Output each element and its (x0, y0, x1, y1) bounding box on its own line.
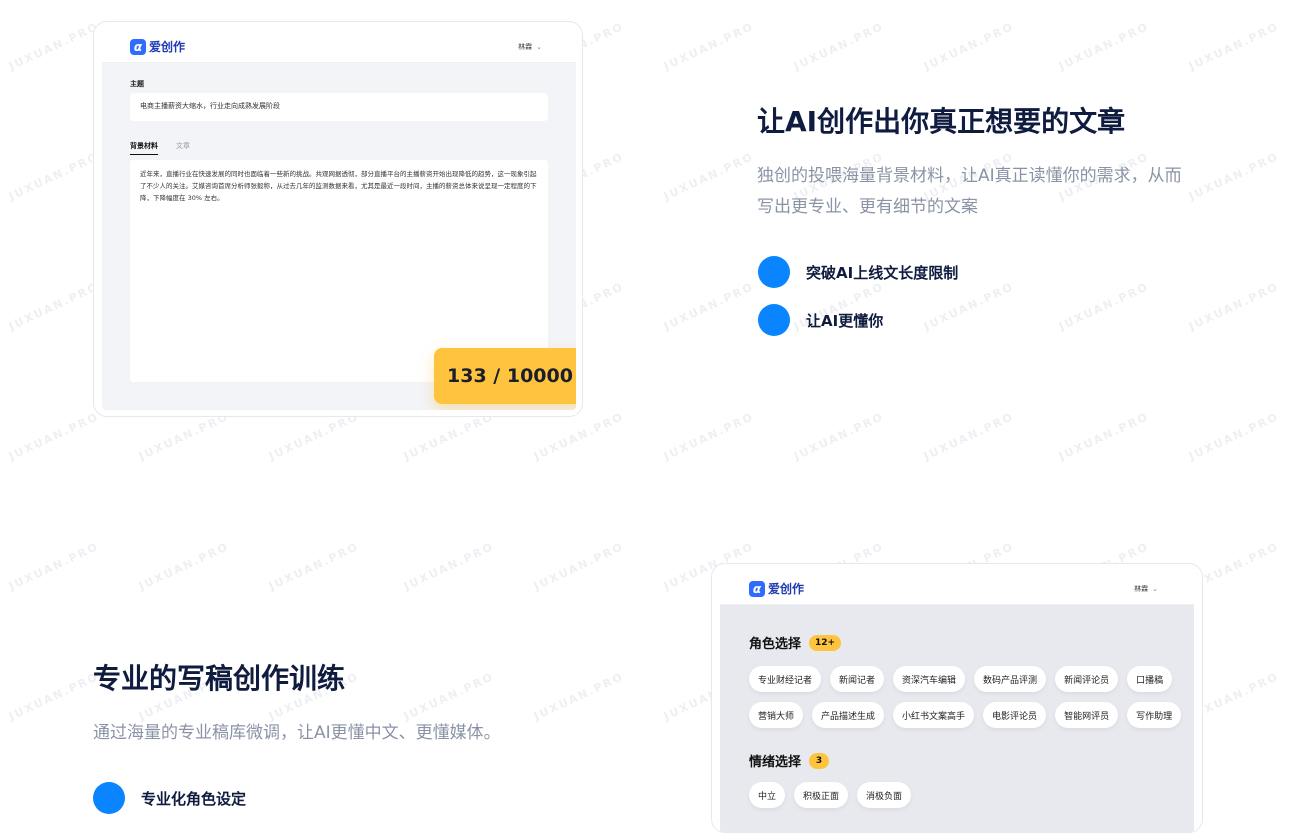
emotion-chip[interactable]: 积极正面 (794, 782, 849, 808)
watermark-text: JUXUAN.PRO (1186, 409, 1282, 464)
watermark-text: JUXUAN.PRO (401, 539, 497, 594)
role-chip[interactable]: 口播稿 (1127, 666, 1173, 692)
watermark-text: JUXUAN.PRO (6, 19, 102, 74)
feature-label: 让AI更懂你 (806, 311, 884, 330)
user-name: 林霖 (1134, 585, 1149, 593)
tab-article[interactable]: 文章 (176, 141, 190, 155)
editor-preview-card: α 爱创作 林霖 ⌄ 主题 电商主播薪资大缩水，行业走向成熟发展阶段 背景材料 … (93, 21, 583, 417)
role-chip[interactable]: 专业财经记者 (749, 666, 822, 692)
watermark-text: JUXUAN.PRO (1186, 279, 1282, 334)
feature-label: 突破AI上线文长度限制 (806, 263, 959, 282)
watermark-text: JUXUAN.PRO (531, 669, 627, 724)
watermark-text: JUXUAN.PRO (401, 669, 497, 724)
watermark-text: JUXUAN.PRO (921, 409, 1017, 464)
watermark-text: JUXUAN.PRO (661, 279, 757, 334)
watermark-text: JUXUAN.PRO (1186, 149, 1282, 204)
role-chip[interactable]: 资深汽车编辑 (893, 666, 966, 692)
watermark-text: JUXUAN.PRO (661, 409, 757, 464)
chevron-down-icon: ⌄ (536, 43, 542, 51)
role-chip[interactable]: 电影评论员 (983, 702, 1047, 728)
emotion-chip-list: 中立 积极正面 消极负面 (749, 782, 1189, 808)
topic-label: 主题 (130, 80, 144, 88)
watermark-text: JUXUAN.PRO (791, 409, 887, 464)
watermark-text: JUXUAN.PRO (1056, 19, 1152, 74)
feature-label: 专业化角色设定 (141, 789, 247, 808)
role-chip[interactable]: 数码产品评测 (974, 666, 1047, 692)
bullet-dot-icon (93, 782, 125, 814)
watermark-text: JUXUAN.PRO (531, 409, 627, 464)
alpha-logo-icon: α (749, 580, 765, 597)
watermark-text: JUXUAN.PRO (6, 669, 102, 724)
section1-title: 让AI创作出你真正想要的文章 (757, 105, 1126, 138)
editor-preview-screen: α 爱创作 林霖 ⌄ 主题 电商主播薪资大缩水，行业走向成熟发展阶段 背景材料 … (102, 30, 576, 410)
brand-logo[interactable]: α 爱创作 (130, 38, 185, 55)
watermark-text: JUXUAN.PRO (266, 409, 362, 464)
watermark-text: JUXUAN.PRO (791, 19, 887, 74)
role-chip[interactable]: 产品描述生成 (812, 702, 885, 728)
watermark-text: JUXUAN.PRO (6, 539, 102, 594)
emotion-title-text: 情绪选择 (749, 755, 802, 770)
user-menu[interactable]: 林霖 ⌄ (518, 42, 542, 52)
role-title-text: 角色选择 (749, 637, 802, 652)
watermark-text: JUXUAN.PRO (531, 539, 627, 594)
topic-input[interactable]: 电商主播薪资大缩水，行业走向成熟发展阶段 (130, 93, 548, 121)
brand-name: 爱创作 (768, 582, 805, 596)
role-chip[interactable]: 营销大师 (749, 702, 804, 728)
brand-name: 爱创作 (149, 40, 186, 54)
watermark-text: JUXUAN.PRO (661, 149, 757, 204)
char-counter: 133 / 10000 (434, 348, 576, 404)
watermark-text: JUXUAN.PRO (136, 409, 232, 464)
alpha-logo-icon: α (130, 38, 146, 55)
role-count-badge: 12+ (809, 634, 842, 651)
watermark-text: JUXUAN.PRO (1056, 409, 1152, 464)
watermark-text: JUXUAN.PRO (6, 149, 102, 204)
watermark-text: JUXUAN.PRO (921, 19, 1017, 74)
content-tabs: 背景材料 文章 (130, 141, 190, 155)
watermark-text: JUXUAN.PRO (6, 279, 102, 334)
app-header: α 爱创作 林霖 ⌄ (102, 30, 576, 63)
role-chip[interactable]: 新闻评论员 (1055, 666, 1119, 692)
section1-description: 独创的投喂海量背景材料，让AI真正读懂你的需求，从而写出更专业、更有细节的文案 (757, 166, 1182, 217)
watermark-text: JUXUAN.PRO (1056, 279, 1152, 334)
brand-logo[interactable]: α 爱创作 (749, 580, 804, 597)
role-preview-card: α 爱创作 林霖 ⌄ 角色选择 12+ 专业财经记者 新闻记者 资深汽车编辑 数码产品… (711, 563, 1203, 833)
emotion-section-title: 情绪选择 3 (749, 751, 830, 770)
emotion-count-badge: 3 (809, 752, 830, 769)
watermark-text: JUXUAN.PRO (1186, 19, 1282, 74)
bullet-dot-icon (758, 304, 790, 336)
watermark-text: JUXUAN.PRO (401, 409, 497, 464)
chevron-down-icon: ⌄ (1152, 585, 1158, 593)
role-section-title: 角色选择 12+ (749, 633, 842, 652)
watermark-text: JUXUAN.PRO (6, 409, 102, 464)
feature-item: 让AI更懂你 (758, 304, 883, 336)
role-chip[interactable]: 新闻记者 (830, 666, 885, 692)
feature-item: 突破AI上线文长度限制 (758, 256, 958, 288)
role-chip[interactable]: 写作助理 (1127, 702, 1182, 728)
section2-title: 专业的写稿创作训练 (93, 662, 346, 695)
tab-background[interactable]: 背景材料 (130, 141, 158, 155)
role-preview-screen: α 爱创作 林霖 ⌄ 角色选择 12+ 专业财经记者 新闻记者 资深汽车编辑 数码产品… (720, 572, 1194, 832)
watermark-text: JUXUAN.PRO (136, 539, 232, 594)
watermark-text: JUXUAN.PRO (661, 19, 757, 74)
section2-description: 通过海量的专业稿库微调，让AI更懂中文、更懂媒体。 (93, 723, 501, 743)
role-chip[interactable]: 智能网评员 (1055, 702, 1119, 728)
emotion-chip[interactable]: 消极负面 (857, 782, 912, 808)
role-chip-list: 专业财经记者 新闻记者 资深汽车编辑 数码产品评测 新闻评论员 口播稿营销大师 产品描述生成… (749, 666, 1189, 728)
feature-item: 专业化角色设定 (93, 782, 246, 814)
user-menu[interactable]: 林霖 ⌄ (1134, 584, 1158, 594)
user-name: 林霖 (518, 43, 533, 51)
role-chip[interactable]: 小红书文案高手 (893, 702, 975, 728)
emotion-chip[interactable]: 中立 (749, 782, 786, 808)
bullet-dot-icon (758, 256, 790, 288)
watermark-text: JUXUAN.PRO (266, 539, 362, 594)
app-header: α 爱创作 林霖 ⌄ (720, 572, 1194, 605)
